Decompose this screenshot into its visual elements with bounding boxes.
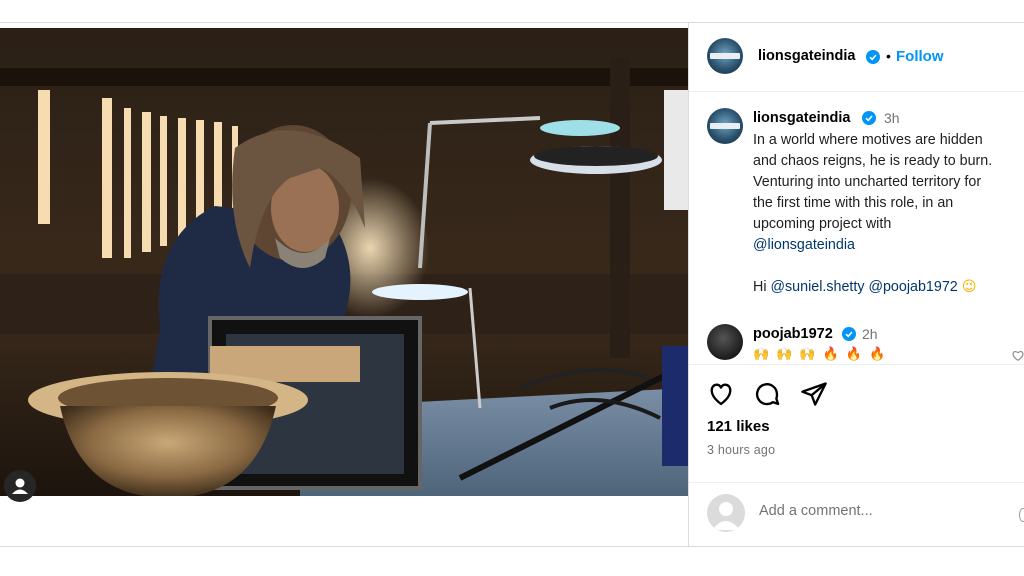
wink-emoji: 😉 — [961, 279, 977, 295]
posted-time: 3 hours ago — [707, 443, 776, 457]
caption-text: In a world where motives are hidden and … — [753, 130, 1024, 298]
raised-hands-emoji: 🙌 — [799, 346, 817, 361]
account-avatar[interactable] — [707, 38, 743, 74]
emoji-picker-icon[interactable] — [1019, 508, 1024, 522]
comment-input[interactable] — [759, 503, 1009, 519]
comment-username[interactable]: poojab1972 — [753, 326, 833, 342]
post-photo[interactable] — [0, 28, 688, 496]
heart-icon[interactable] — [707, 380, 735, 408]
caption-line: and chaos reigns, he is ready to burn. — [753, 153, 993, 169]
mention-link[interactable]: @suniel.shetty — [771, 279, 865, 295]
fire-emoji: 🔥 — [868, 346, 887, 361]
caption-line: Venturing into uncharted territory for — [753, 174, 982, 190]
post-header: lionsgateindia • Follow — [689, 22, 1024, 92]
likes-count[interactable]: 121 likes — [707, 418, 770, 435]
verified-badge-icon — [842, 327, 856, 341]
header-username[interactable]: lionsgateindia — [758, 48, 856, 64]
follow-button[interactable]: Follow — [896, 48, 944, 65]
comment-like-heart-icon[interactable] — [1011, 348, 1024, 362]
current-user-avatar — [707, 494, 745, 532]
caption-time: 3h — [884, 110, 900, 126]
commenter-avatar[interactable] — [707, 324, 743, 360]
workshop-scene-image — [0, 28, 688, 496]
verified-badge-icon — [866, 50, 880, 64]
action-bar — [689, 364, 1024, 422]
caption-greeting-line: Hi @suniel.shetty @poojab1972 😉 — [753, 277, 1024, 298]
mention-link[interactable]: @poojab1972 — [868, 279, 957, 295]
add-comment-bar — [689, 482, 1024, 547]
tagged-user-icon[interactable] — [4, 470, 36, 502]
caption-line: the first time with this role, in an — [753, 195, 954, 211]
caption-username[interactable]: lionsgateindia — [753, 110, 851, 126]
share-icon[interactable] — [800, 380, 828, 408]
caption-line: In a world where motives are hidden — [753, 132, 983, 148]
header-separator: • — [886, 48, 891, 64]
comment-time: 2h — [862, 326, 878, 342]
comment-text: 🙌 🙌 🙌 🔥 🔥 🔥 — [753, 346, 892, 364]
raised-hands-emoji: 🙌 — [776, 346, 794, 361]
post-side-panel: lionsgateindia • Follow lionsgateindia 3… — [688, 22, 1024, 547]
caption-avatar[interactable] — [707, 108, 743, 144]
fire-emoji: 🔥 — [845, 346, 863, 361]
comment-icon[interactable] — [753, 380, 781, 408]
fire-emoji: 🔥 — [822, 346, 840, 361]
mention-link[interactable]: @lionsgateindia — [753, 235, 1024, 256]
default-avatar-icon — [712, 502, 740, 530]
verified-badge-icon — [862, 111, 876, 125]
raised-hands-emoji: 🙌 — [753, 346, 771, 361]
caption-hi: Hi — [753, 279, 767, 295]
caption-line: upcoming project with — [753, 216, 892, 232]
